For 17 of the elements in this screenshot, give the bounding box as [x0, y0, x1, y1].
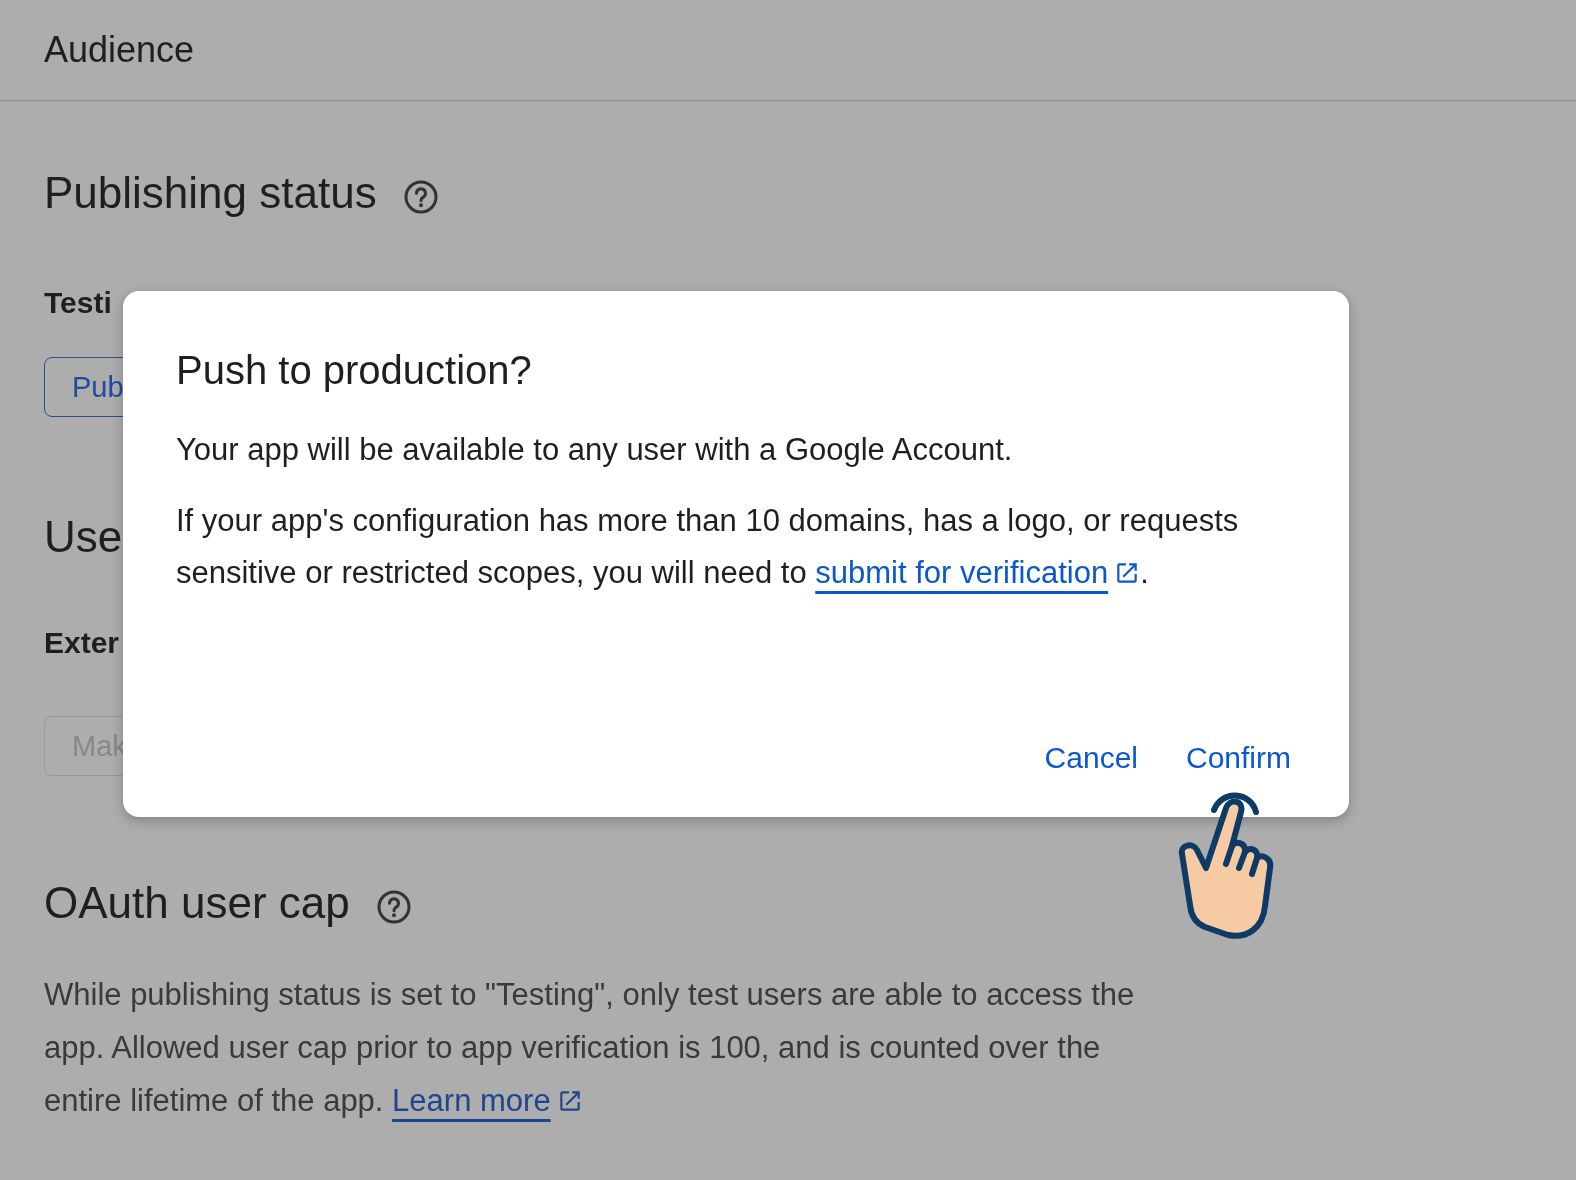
period-text: .	[1140, 555, 1149, 590]
status-label: Testi	[44, 285, 112, 321]
help-icon[interactable]	[375, 889, 412, 925]
dialog-message: Your app will be available to any user with a Google Account.	[176, 431, 1014, 469]
page-title: Audience	[44, 29, 195, 71]
dialog-title: Push to production?	[176, 347, 533, 394]
confirm-button[interactable]: Confirm	[1172, 733, 1305, 783]
section-heading: Publishing status	[44, 167, 377, 219]
dialog-details: If your app's configuration has more than 10 domains, has a logo, or requests sensitive or restricted scopes, you will need to submit for verification .	[176, 501, 1240, 592]
section-heading: Use	[44, 511, 123, 563]
cancel-button[interactable]: Cancel	[1030, 733, 1152, 783]
description-text: While publishing status is set to "Testing", only test users are able to access the app. Allowed user cap prior to app verification is 100, and is counted over the entire lifetime of the app. Learn more	[44, 976, 1136, 1120]
help-icon[interactable]	[402, 179, 439, 215]
verification-link[interactable]: submit for verification	[815, 555, 1109, 590]
user-type-label: Exter	[44, 625, 120, 661]
section-heading: OAuth user cap	[44, 877, 350, 929]
learn-more-link[interactable]: Learn more	[392, 1083, 551, 1118]
